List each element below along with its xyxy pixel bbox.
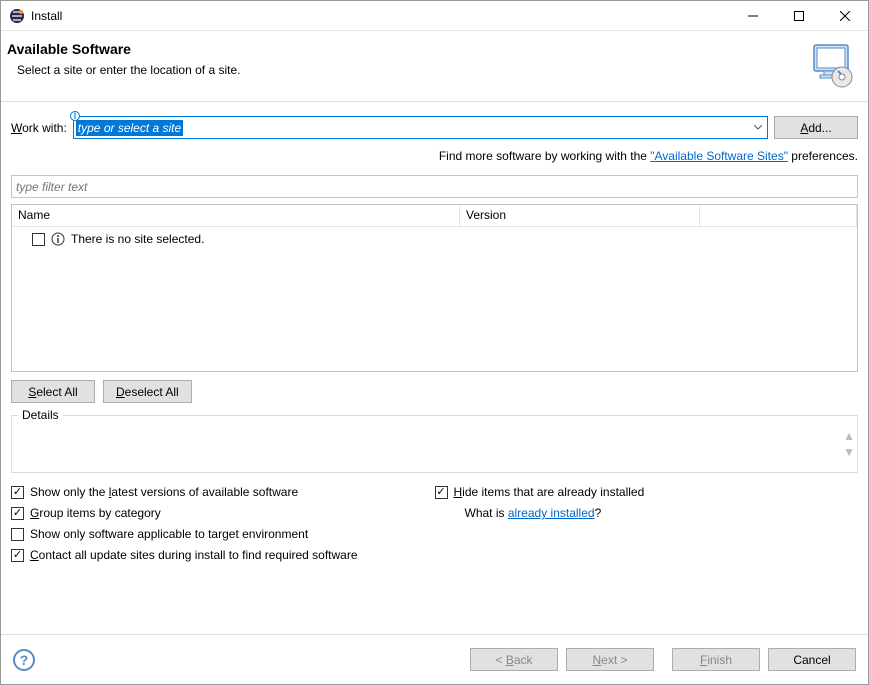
software-table: Name Version There is no site selected.: [11, 204, 858, 372]
svg-text:i: i: [73, 111, 76, 121]
help-icon[interactable]: ?: [13, 649, 35, 671]
wizard-footer: ? < Back Next > Finish Cancel: [1, 634, 868, 684]
opt-latest-versions[interactable]: Show only the latest versions of availab…: [11, 485, 435, 499]
opt-group-by-category[interactable]: Group items by category: [11, 506, 435, 520]
what-is-installed-text: What is already installed?: [435, 506, 859, 520]
page-subtitle: Select a site or enter the location of a…: [7, 63, 808, 77]
available-sites-link[interactable]: "Available Software Sites": [650, 149, 788, 163]
details-scroll-indicator[interactable]: ▲▼: [843, 429, 855, 459]
details-label: Details: [18, 408, 63, 422]
column-spacer: [700, 205, 857, 226]
checkbox[interactable]: [11, 549, 24, 562]
minimize-button[interactable]: [730, 1, 776, 30]
page-title: Available Software: [7, 41, 808, 57]
checkbox[interactable]: [435, 486, 448, 499]
title-bar: Install: [1, 1, 868, 31]
maximize-button[interactable]: [776, 1, 822, 30]
table-row[interactable]: There is no site selected.: [18, 231, 851, 247]
back-button: < Back: [470, 648, 558, 671]
eclipse-icon: [9, 8, 25, 24]
work-with-value: type or select a site: [76, 120, 183, 136]
checkbox[interactable]: [11, 507, 24, 520]
column-name[interactable]: Name: [12, 205, 460, 226]
next-button: Next >: [566, 648, 654, 671]
already-installed-link[interactable]: already installed: [508, 506, 595, 520]
wizard-header: Available Software Select a site or ente…: [1, 31, 868, 101]
opt-contact-update-sites[interactable]: Contact all update sites during install …: [11, 548, 435, 562]
chevron-down-icon[interactable]: [749, 117, 767, 138]
filter-input[interactable]: [11, 175, 858, 198]
cancel-button[interactable]: Cancel: [768, 648, 856, 671]
details-group: Details ▲▼: [11, 415, 858, 473]
opt-target-environment[interactable]: Show only software applicable to target …: [11, 527, 435, 541]
find-more-text: Find more software by working with the "…: [11, 149, 858, 163]
checkbox[interactable]: [11, 486, 24, 499]
add-site-button[interactable]: Add...: [774, 116, 858, 139]
work-with-combo[interactable]: i type or select a site: [73, 116, 768, 139]
window-title: Install: [31, 9, 730, 23]
row-message: There is no site selected.: [71, 232, 204, 246]
column-version[interactable]: Version: [460, 205, 700, 226]
finish-button: Finish: [672, 648, 760, 671]
row-checkbox[interactable]: [32, 233, 45, 246]
select-all-button[interactable]: Select All: [11, 380, 95, 403]
deselect-all-button[interactable]: Deselect All: [103, 380, 192, 403]
opt-hide-installed[interactable]: Hide items that are already installed: [435, 485, 859, 499]
field-info-icon: i: [70, 111, 80, 121]
info-icon: [51, 232, 65, 246]
install-wizard-icon: [808, 41, 856, 89]
work-with-label: Work with:: [11, 121, 67, 135]
checkbox[interactable]: [11, 528, 24, 541]
close-button[interactable]: [822, 1, 868, 30]
